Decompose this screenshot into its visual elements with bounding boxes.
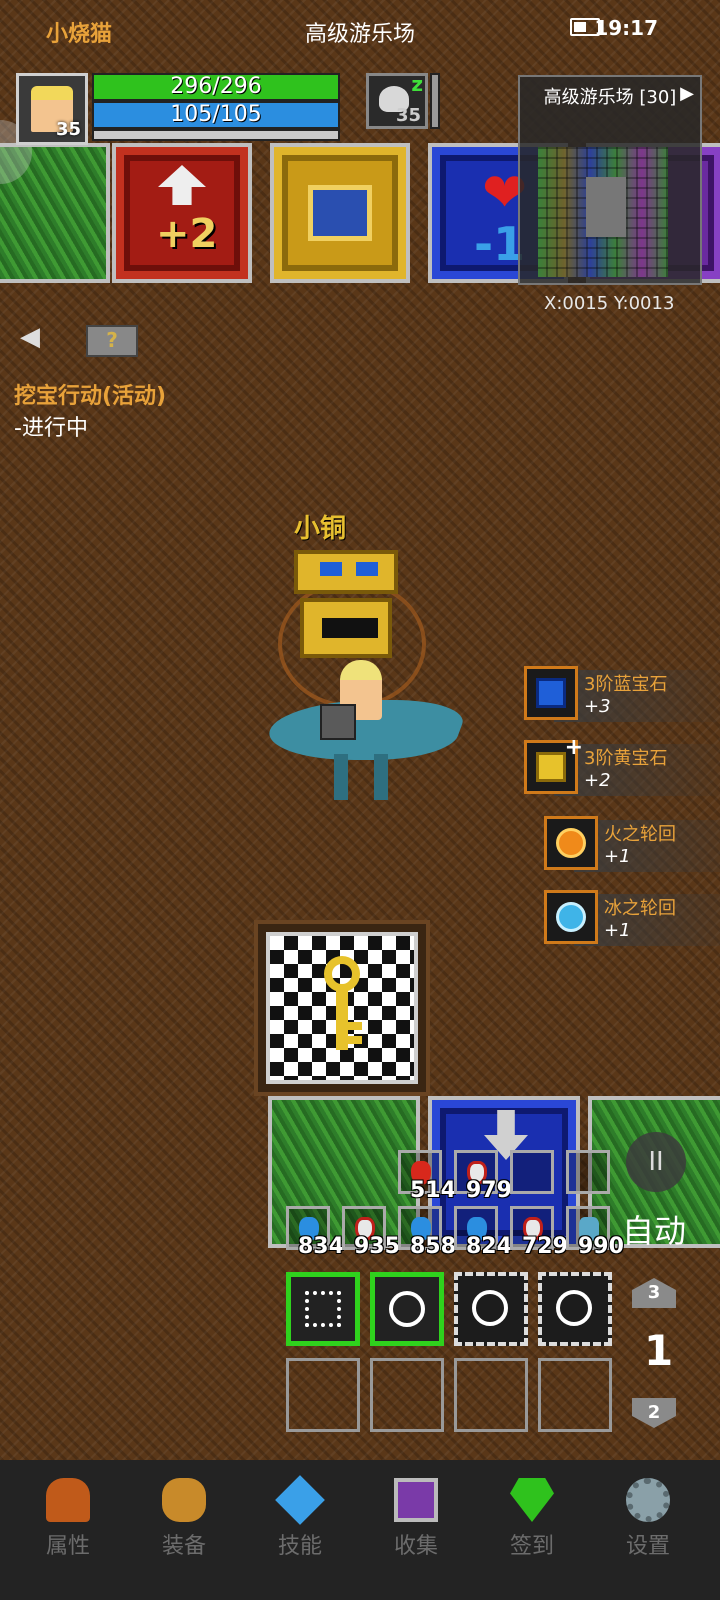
auto-button[interactable]: 自动 bbox=[622, 1206, 686, 1252]
item-slot[interactable] bbox=[566, 1150, 610, 1194]
nav-label: 签到 bbox=[509, 1534, 554, 1559]
loot-notification: 火之轮回 +1 bbox=[544, 816, 720, 876]
back-arrow-icon[interactable]: ◀ bbox=[20, 322, 40, 352]
star-burst-skill-icon bbox=[556, 1290, 592, 1326]
status-bar: 小烧猫 高级游乐场 19:17 bbox=[0, 0, 720, 60]
nav-label: 装备 bbox=[161, 1534, 206, 1559]
lightning-skill-icon bbox=[305, 1291, 341, 1327]
item-count: 824 bbox=[466, 1234, 512, 1259]
skill-slot-empty[interactable] bbox=[454, 1358, 528, 1432]
bag-icon bbox=[162, 1478, 206, 1522]
minimap-player-area bbox=[586, 177, 626, 237]
nav-collection[interactable]: 收集 bbox=[366, 1478, 466, 1560]
enemy-hp-bar bbox=[430, 73, 440, 129]
nav-label: 技能 bbox=[277, 1534, 322, 1559]
quest-title[interactable]: 挖宝行动(活动) bbox=[14, 378, 166, 410]
book-icon bbox=[394, 1478, 438, 1522]
skill-slot-empty[interactable] bbox=[538, 1358, 612, 1432]
treasure-tile[interactable] bbox=[270, 143, 410, 283]
item-count: 514 bbox=[410, 1178, 456, 1203]
skill-slot[interactable] bbox=[454, 1272, 528, 1346]
vortex-skill-icon bbox=[389, 1291, 425, 1327]
hp-bar: 296/296 bbox=[92, 73, 340, 101]
nav-label: 属性 bbox=[45, 1534, 90, 1559]
bottom-nav: 属性 装备 技能 收集 签到 设置 bbox=[0, 1460, 720, 1600]
loot-count: +1 bbox=[604, 846, 631, 867]
clock: 19:17 bbox=[594, 16, 658, 40]
skill-slot[interactable] bbox=[286, 1272, 360, 1346]
stairs-down-tile[interactable] bbox=[428, 1096, 580, 1248]
xp-bar bbox=[92, 129, 340, 141]
treasure-chest-icon[interactable] bbox=[294, 550, 398, 662]
up-arrow-icon bbox=[158, 165, 206, 205]
nav-equipment[interactable]: 装备 bbox=[134, 1478, 234, 1560]
pause-button[interactable]: II bbox=[626, 1132, 686, 1192]
minimap-title: 高级游乐场 [30] bbox=[543, 87, 677, 108]
player-level: 35 bbox=[55, 119, 81, 140]
mp-bar: 105/105 bbox=[92, 101, 340, 129]
chest-name: 小铜 bbox=[294, 514, 347, 544]
skill-page-up-button[interactable]: 3 bbox=[632, 1278, 676, 1308]
skill-slot-empty[interactable] bbox=[370, 1358, 444, 1432]
star-burst-skill-icon bbox=[472, 1290, 508, 1326]
nav-label: 设置 bbox=[625, 1534, 670, 1559]
loot-notification: + 3阶黄宝石 +2 bbox=[524, 735, 720, 800]
minimap[interactable]: 高级游乐场 [30] ▶ bbox=[518, 75, 702, 285]
chevron-right-icon: ▶ bbox=[680, 83, 694, 104]
loot-notification: 冰之轮回 +1 bbox=[544, 890, 720, 950]
skill-slot-empty[interactable] bbox=[286, 1358, 360, 1432]
coordinates-readout: X:0015 Y:0013 bbox=[544, 293, 675, 314]
loot-name: 3阶蓝宝石 bbox=[584, 674, 668, 695]
nav-label: 收集 bbox=[393, 1534, 438, 1559]
helmet-icon bbox=[46, 1478, 90, 1522]
gear-icon bbox=[626, 1478, 670, 1522]
loot-name: 冰之轮回 bbox=[604, 898, 676, 919]
skill-page-number: 1 bbox=[644, 1326, 674, 1375]
blue-gem-icon bbox=[524, 666, 578, 720]
nav-settings[interactable]: 设置 bbox=[598, 1478, 698, 1560]
skill-slot[interactable] bbox=[538, 1272, 612, 1346]
shield-icon bbox=[320, 704, 356, 740]
ice-cycle-icon bbox=[544, 890, 598, 944]
skill-page-down-button[interactable]: 2 bbox=[632, 1398, 676, 1428]
enemy-portrait[interactable]: z 35 bbox=[366, 72, 428, 129]
item-count: 834 bbox=[298, 1234, 344, 1259]
yellow-gem-icon: + bbox=[524, 735, 583, 794]
item-count: 979 bbox=[466, 1178, 512, 1203]
sleep-zz-icon: z bbox=[411, 72, 423, 96]
item-count: 729 bbox=[522, 1234, 568, 1259]
item-slot[interactable] bbox=[510, 1150, 554, 1194]
item-count: 858 bbox=[410, 1234, 456, 1259]
loot-notification: 3阶蓝宝石 +3 bbox=[524, 666, 720, 726]
loot-count: +3 bbox=[584, 696, 611, 717]
item-count: 935 bbox=[354, 1234, 400, 1259]
player-portrait[interactable]: 35 bbox=[16, 73, 88, 145]
stat-up-tile[interactable]: +2 bbox=[112, 143, 252, 283]
nav-attributes[interactable]: 属性 bbox=[18, 1478, 118, 1560]
crystal-icon bbox=[275, 1475, 325, 1525]
loot-name: 火之轮回 bbox=[604, 824, 676, 845]
nav-skills[interactable]: 技能 bbox=[250, 1475, 350, 1560]
help-button[interactable]: ? bbox=[86, 325, 138, 357]
loot-name: 3阶黄宝石 bbox=[584, 748, 668, 769]
enemy-level: 35 bbox=[395, 105, 421, 126]
nav-checkin[interactable]: 签到 bbox=[482, 1478, 582, 1560]
treasure-chest-icon bbox=[308, 185, 372, 241]
player-character bbox=[259, 660, 471, 810]
item-count: 990 bbox=[578, 1234, 624, 1259]
key-icon bbox=[324, 956, 360, 992]
gem-icon bbox=[510, 1478, 554, 1522]
loot-count: +2 bbox=[584, 770, 611, 791]
skill-slot[interactable] bbox=[370, 1272, 444, 1346]
loot-count: +1 bbox=[604, 920, 631, 941]
quest-status: -进行中 bbox=[14, 416, 88, 441]
fire-cycle-icon bbox=[544, 816, 598, 870]
key-tile[interactable] bbox=[266, 932, 418, 1084]
stat-up-label: +2 bbox=[156, 211, 218, 257]
